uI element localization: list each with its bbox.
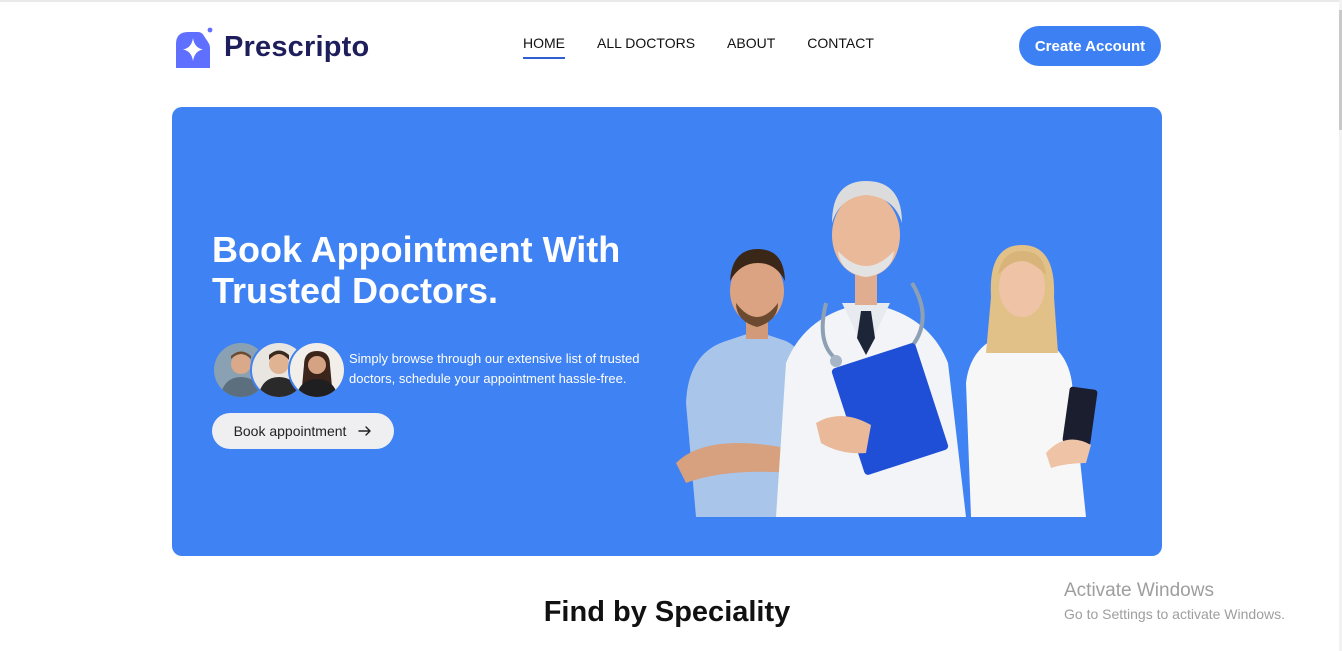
female-doctor (966, 245, 1098, 517)
nav-contact[interactable]: CONTACT (807, 35, 874, 59)
nav-about[interactable]: ABOUT (727, 35, 775, 59)
main-nav: HOME ALL DOCTORS ABOUT CONTACT (523, 35, 874, 59)
hero-description: Simply browse through our extensive list… (349, 351, 640, 386)
arrow-right-icon (358, 426, 372, 436)
create-account-button[interactable]: Create Account (1019, 26, 1161, 66)
nav-all-doctors[interactable]: ALL DOCTORS (597, 35, 695, 59)
senior-doctor (776, 181, 966, 517)
nav-home[interactable]: HOME (523, 35, 565, 59)
book-appointment-button[interactable]: Book appointment (212, 413, 394, 449)
watermark-subtitle: Go to Settings to activate Windows. (1064, 606, 1285, 622)
window-top-border (0, 0, 1342, 2)
brand-logo[interactable]: Prescripto (172, 26, 369, 68)
patient-avatars (212, 341, 346, 399)
brand-name: Prescripto (224, 30, 370, 63)
avatar (288, 341, 346, 399)
watermark-title: Activate Windows (1064, 580, 1214, 601)
doctors-illustration (676, 181, 1098, 517)
hero-banner: Book Appointment With Trusted Doctors. S… (172, 107, 1162, 556)
book-appointment-label: Book appointment (233, 423, 347, 439)
logo-icon (176, 27, 213, 68)
hero-title: Book Appointment With Trusted Doctors. (212, 229, 621, 311)
activate-windows-watermark: Activate Windows Go to Settings to activ… (1064, 580, 1285, 624)
